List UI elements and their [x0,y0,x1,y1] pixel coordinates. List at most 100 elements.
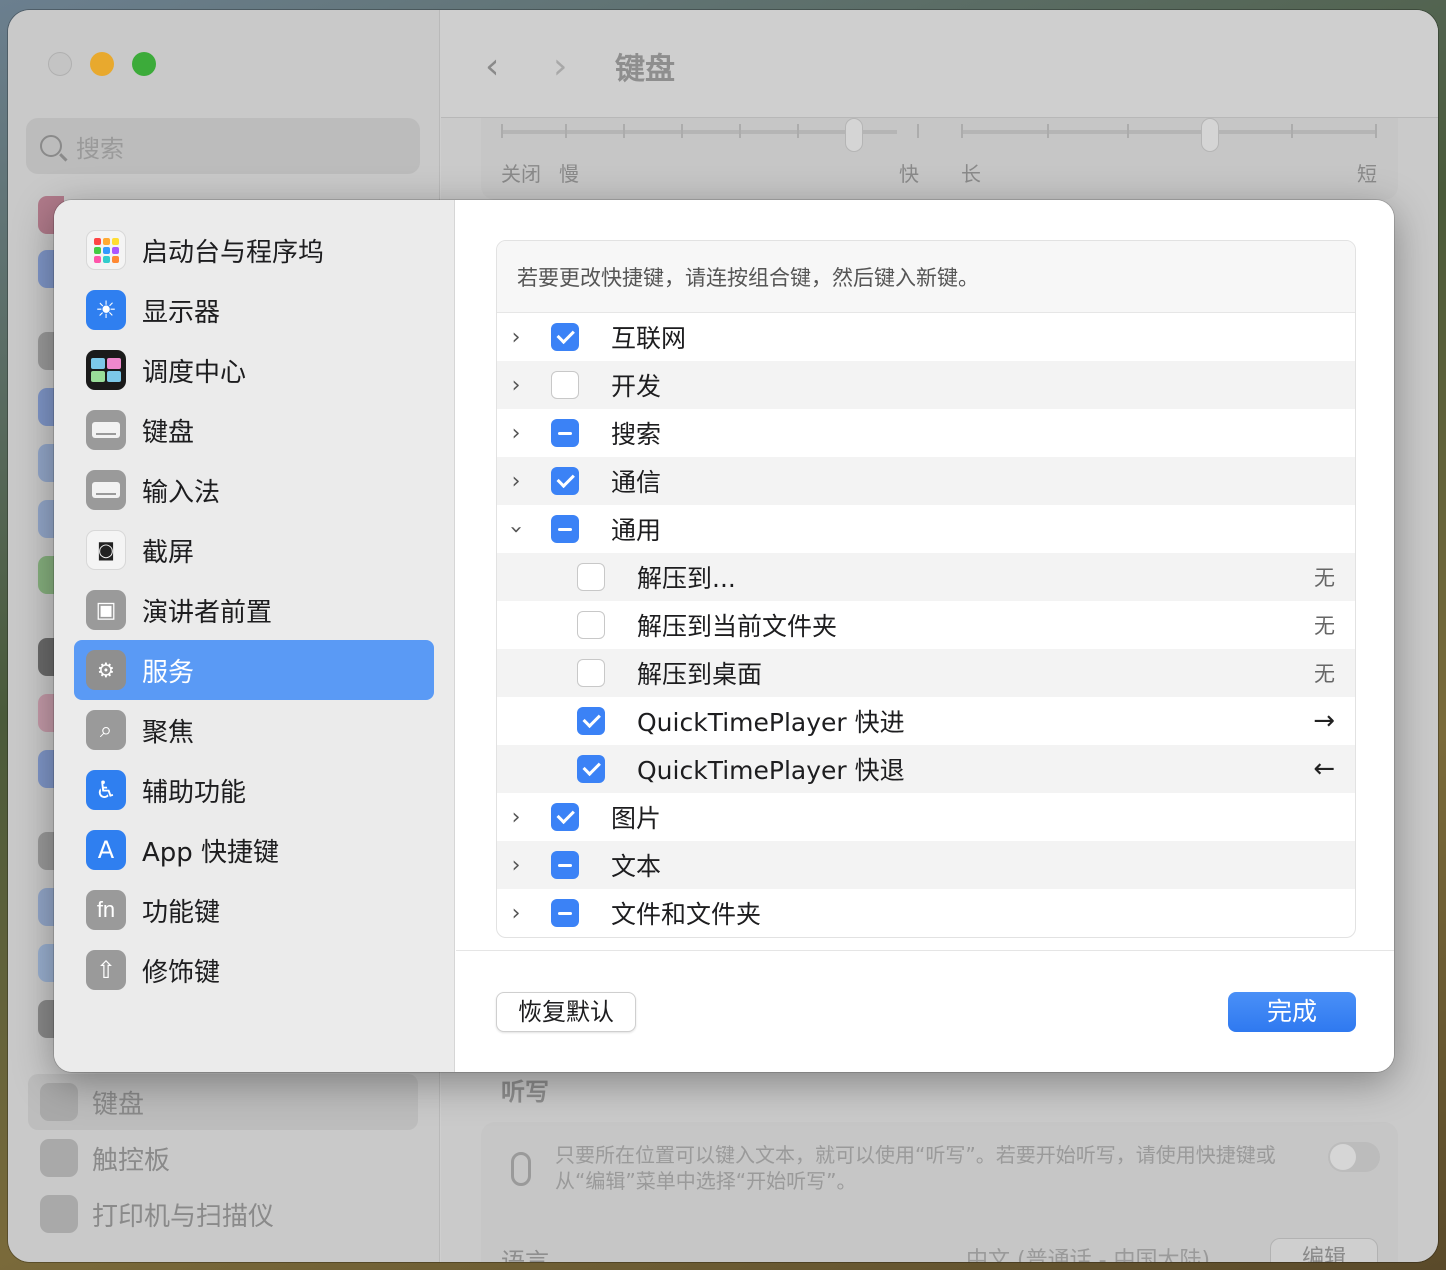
checkbox[interactable] [577,563,605,591]
sidebar-item-printers[interactable]: 打印机与扫描仪 [28,1186,418,1242]
language-value: 中文 (普通话 - 中国大陆) [966,1248,1211,1262]
printer-icon [40,1195,78,1233]
sidebar-item-modifier-keys[interactable]: ⇧ 修饰键 [74,940,434,1000]
dictation-description: 只要所在位置可以键入文本，就可以使用“听写”。若要开始听写，请使用快捷键或从“编… [555,1143,1276,1193]
sidebar-item-input-sources[interactable]: 输入法 [74,460,434,520]
shortcut-value[interactable]: 无 [1314,562,1335,592]
done-button[interactable]: 完成 [1228,992,1356,1032]
close-window-button[interactable] [48,52,72,76]
sidebar-item-app-shortcuts[interactable]: A App 快捷键 [74,820,434,880]
zoom-window-button[interactable] [132,52,156,76]
checkbox[interactable] [551,515,579,543]
service-item-quicktime-forward[interactable]: QuickTimePlayer 快进 → [497,697,1355,745]
service-group-general[interactable]: › 通用 [497,505,1355,553]
sidebar-item-spotlight[interactable]: ⌕ 聚焦 [74,700,434,760]
service-item-quicktime-rewind[interactable]: QuickTimePlayer 快退 ← [497,745,1355,793]
checkbox[interactable] [551,467,579,495]
sidebar-item-services[interactable]: ⚙ 服务 [74,640,434,700]
service-item-extract-desktop[interactable]: 解压到桌面 无 [497,649,1355,697]
service-item-extract-to[interactable]: 解压到... 无 [497,553,1355,601]
sidebar-item-keyboard[interactable]: 键盘 [28,1074,418,1130]
checkbox[interactable] [551,371,579,399]
trackpad-icon [40,1139,78,1177]
sidebar-item-label: 显示器 [142,297,221,328]
chevron-right-icon[interactable]: › [507,901,525,926]
service-label: QuickTimePlayer 快退 [637,756,905,785]
chevron-right-icon[interactable]: › [507,325,525,350]
sidebar-item-accessibility[interactable]: ♿ 辅助功能 [74,760,434,820]
service-group-pictures[interactable]: › 图片 [497,793,1355,841]
repeat-delay-knob[interactable] [1201,118,1219,152]
service-label: 搜索 [611,420,662,449]
slider-label-off: 关闭 [501,162,541,186]
service-group-development[interactable]: › 开发 [497,361,1355,409]
sidebar-item-launchpad-dock[interactable]: 启动台与程序坞 [74,220,434,280]
forward-chevron-icon[interactable]: › [553,46,567,87]
language-edit-button[interactable]: 编辑 [1270,1238,1378,1262]
service-label: 开发 [611,372,662,401]
launchpad-icon [86,230,126,270]
slider-tick [565,124,567,138]
sidebar-item-function-keys[interactable]: fn 功能键 [74,880,434,940]
checkbox[interactable] [551,803,579,831]
keyboard-icon [86,410,126,450]
chevron-down-icon[interactable]: › [504,520,529,538]
key-repeat-knob[interactable] [845,118,863,152]
repeat-delay-track[interactable] [961,130,1377,134]
sidebar-item-trackpad[interactable]: 触控板 [28,1130,418,1186]
services-pane: 若要更改快捷键，请连按组合键，然后键入新键。 › 互联网 › 开发 › 搜索 ›… [456,200,1394,1072]
sidebar-item-display[interactable]: ☀ 显示器 [74,280,434,340]
shortcut-value[interactable]: 无 [1314,610,1335,640]
search-field[interactable]: 搜索 [26,118,420,174]
language-label: 语言 [501,1248,549,1262]
chevron-right-icon[interactable]: › [507,469,525,494]
keyboard-shortcuts-sheet: 启动台与程序坞 ☀ 显示器 调度中心 键盘 输入法 ◙ 截屏 ▣ 演讲者前置 ⚙… [54,200,1394,1072]
sidebar-item-label: 辅助功能 [142,777,247,808]
back-chevron-icon[interactable]: ‹ [485,46,499,87]
service-group-files-folders[interactable]: › 文件和文件夹 [497,889,1355,937]
sidebar-item-keyboard[interactable]: 键盘 [74,400,434,460]
checkbox[interactable] [577,755,605,783]
checkbox[interactable] [551,323,579,351]
left-arrow-shortcut[interactable]: ← [1313,754,1335,784]
sidebar-item-presenter-overlay[interactable]: ▣ 演讲者前置 [74,580,434,640]
sidebar-item-mission-control[interactable]: 调度中心 [74,340,434,400]
slider-tick [681,124,683,138]
chevron-right-icon[interactable]: › [507,373,525,398]
service-group-internet[interactable]: › 互联网 [497,313,1355,361]
slider-tick [1291,124,1293,138]
sidebar-item-label: 功能键 [142,897,221,928]
sidebar-item-label: 键盘 [92,1089,145,1120]
key-repeat-track[interactable] [501,130,897,134]
minimize-window-button[interactable] [90,52,114,76]
right-arrow-shortcut[interactable]: → [1313,706,1335,736]
chevron-right-icon[interactable]: › [507,805,525,830]
service-label: 解压到当前文件夹 [637,612,838,641]
service-group-messaging[interactable]: › 通信 [497,457,1355,505]
service-item-extract-here[interactable]: 解压到当前文件夹 无 [497,601,1355,649]
chevron-right-icon[interactable]: › [507,421,525,446]
service-label: 互联网 [611,324,687,353]
dictation-section: 只要所在位置可以键入文本，就可以使用“听写”。若要开始听写，请使用快捷键或从“编… [481,1122,1398,1262]
sidebar-item-label: 演讲者前置 [142,597,273,628]
sidebar-item-screenshots[interactable]: ◙ 截屏 [74,520,434,580]
display-icon: ☀ [86,290,126,330]
services-list: 若要更改快捷键，请连按组合键，然后键入新键。 › 互联网 › 开发 › 搜索 ›… [496,240,1356,938]
checkbox[interactable] [551,851,579,879]
slider-tick [1127,124,1129,138]
mission-control-icon [86,350,126,390]
slider-label-fast: 快 [899,162,919,186]
checkbox[interactable] [577,659,605,687]
service-label: 文本 [611,852,662,881]
checkbox[interactable] [551,899,579,927]
checkbox[interactable] [577,611,605,639]
shortcut-value[interactable]: 无 [1314,658,1335,688]
chevron-right-icon[interactable]: › [507,853,525,878]
restore-defaults-button[interactable]: 恢复默认 [496,992,636,1032]
checkbox[interactable] [577,707,605,735]
service-group-text[interactable]: › 文本 [497,841,1355,889]
dictation-toggle[interactable] [1328,1142,1380,1172]
checkbox[interactable] [551,419,579,447]
service-group-searching[interactable]: › 搜索 [497,409,1355,457]
shortcut-hint: 若要更改快捷键，请连按组合键，然后键入新键。 [497,241,1355,313]
